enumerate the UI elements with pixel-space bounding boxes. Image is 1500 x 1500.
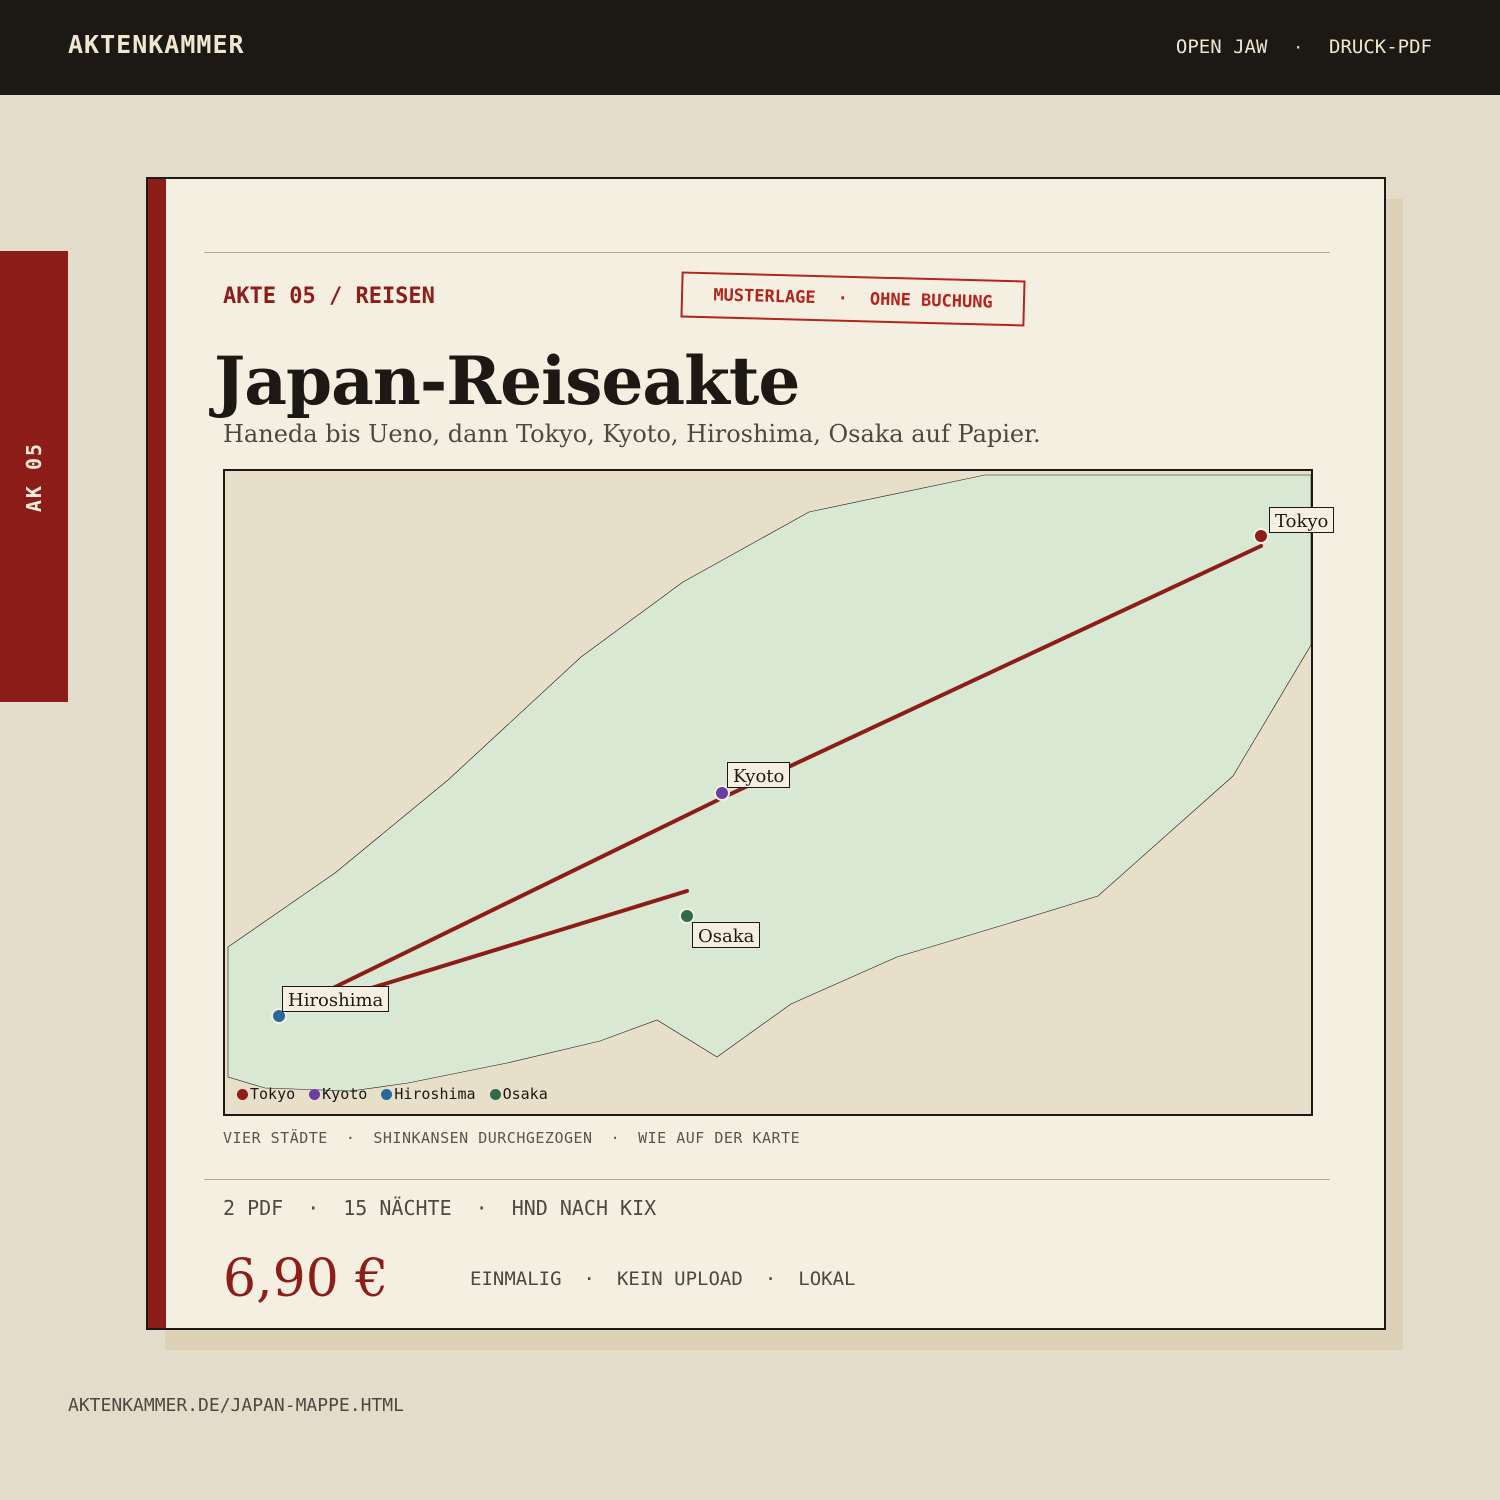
map-label-kyoto: Kyoto [727, 762, 791, 788]
fact-nights: 15 NÄCHTE [343, 1196, 452, 1220]
price: 6,90 € [223, 1249, 389, 1309]
nav-druck-pdf[interactable]: DRUCK-PDF [1329, 36, 1432, 58]
caption-separator: · [345, 1129, 356, 1147]
caption-item-3: WIE AUF DER KARTE [638, 1129, 801, 1147]
top-bar: AKTENKAMMER OPEN JAW · DRUCK-PDF [0, 0, 1500, 95]
term-no-upload: KEIN UPLOAD [616, 1268, 743, 1290]
legend-dot-tokyo [237, 1088, 248, 1100]
dossier-card: AKTE 05 / REISEN MUSTERLAGE · OHNE BUCHU… [146, 177, 1386, 1330]
side-tab-label: AK 05 [22, 441, 46, 512]
fact-pdf-count: 2 PDF [223, 1196, 284, 1220]
term-local: LOKAL [798, 1268, 856, 1290]
term-separator: · [764, 1268, 777, 1290]
nav-open-jaw[interactable]: OPEN JAW [1176, 36, 1268, 58]
city-marker-osaka[interactable] [679, 908, 695, 924]
city-marker-kyoto[interactable] [714, 785, 730, 801]
map-label-tokyo: Tokyo [1269, 507, 1335, 533]
term-one-time: EINMALIG [470, 1268, 562, 1290]
caption-separator: · [610, 1129, 621, 1147]
legend-item-tokyo: Tokyo [237, 1085, 295, 1103]
product-facts: 2 PDF · 15 NÄCHTE · HND NACH KIX [223, 1196, 656, 1220]
sample-stamp: MUSTERLAGE · OHNE BUCHUNG [680, 271, 1026, 327]
legend-item-osaka: Osaka [489, 1085, 548, 1103]
legend-item-kyoto: Kyoto [309, 1085, 367, 1103]
legend-item-hiroshima: Hiroshima [381, 1085, 476, 1103]
fact-separator: · [307, 1196, 320, 1220]
legend-label-osaka: Osaka [502, 1085, 548, 1103]
map-legend: Tokyo Kyoto Hiroshima Osaka [237, 1085, 548, 1103]
legend-label-hiroshima: Hiroshima [394, 1085, 476, 1103]
map-label-hiroshima: Hiroshima [282, 986, 390, 1012]
map-svg [227, 474, 1312, 1092]
card-spine [148, 179, 166, 1328]
top-nav: OPEN JAW · DRUCK-PDF [1176, 36, 1432, 58]
stamp-separator: · [837, 288, 849, 309]
brand-logo[interactable]: AKTENKAMMER [68, 30, 245, 59]
legend-label-kyoto: Kyoto [322, 1085, 368, 1103]
page-subtitle: Haneda bis Ueno, dann Tokyo, Kyoto, Hiro… [223, 420, 1041, 448]
fact-separator: · [475, 1196, 488, 1220]
legend-dot-osaka [489, 1088, 501, 1100]
footer-url[interactable]: AKTENKAMMER.DE/JAPAN-MAPPE.HTML [68, 1395, 404, 1416]
legend-dot-kyoto [309, 1088, 321, 1100]
route-map[interactable]: Tokyo Kyoto Hiroshima Osaka Tokyo Kyoto … [223, 469, 1335, 1116]
map-label-osaka: Osaka [692, 922, 761, 948]
top-rule [204, 252, 1330, 253]
map-caption: VIER STÄDTE · SHINKANSEN DURCHGEZOGEN · … [223, 1129, 800, 1147]
mid-rule [204, 1179, 1330, 1180]
side-tab[interactable]: AK 05 [0, 251, 68, 702]
file-kicker: AKTE 05 / REISEN [223, 284, 435, 309]
stamp-text-1: MUSTERLAGE [713, 285, 816, 309]
term-separator: · [583, 1268, 595, 1290]
stamp-text-2: OHNE BUCHUNG [869, 289, 993, 313]
page-title: Japan-Reiseakte [214, 342, 800, 420]
legend-dot-hiroshima [381, 1088, 393, 1100]
caption-item-2: SHINKANSEN DURCHGEZOGEN [373, 1129, 593, 1147]
city-marker-tokyo[interactable] [1253, 528, 1269, 544]
nav-separator: · [1293, 37, 1304, 57]
purchase-terms: EINMALIG · KEIN UPLOAD · LOKAL [470, 1268, 855, 1290]
caption-item-1: VIER STÄDTE [223, 1129, 328, 1147]
fact-airports: HND NACH KIX [511, 1196, 657, 1220]
legend-label-tokyo: Tokyo [250, 1085, 296, 1103]
